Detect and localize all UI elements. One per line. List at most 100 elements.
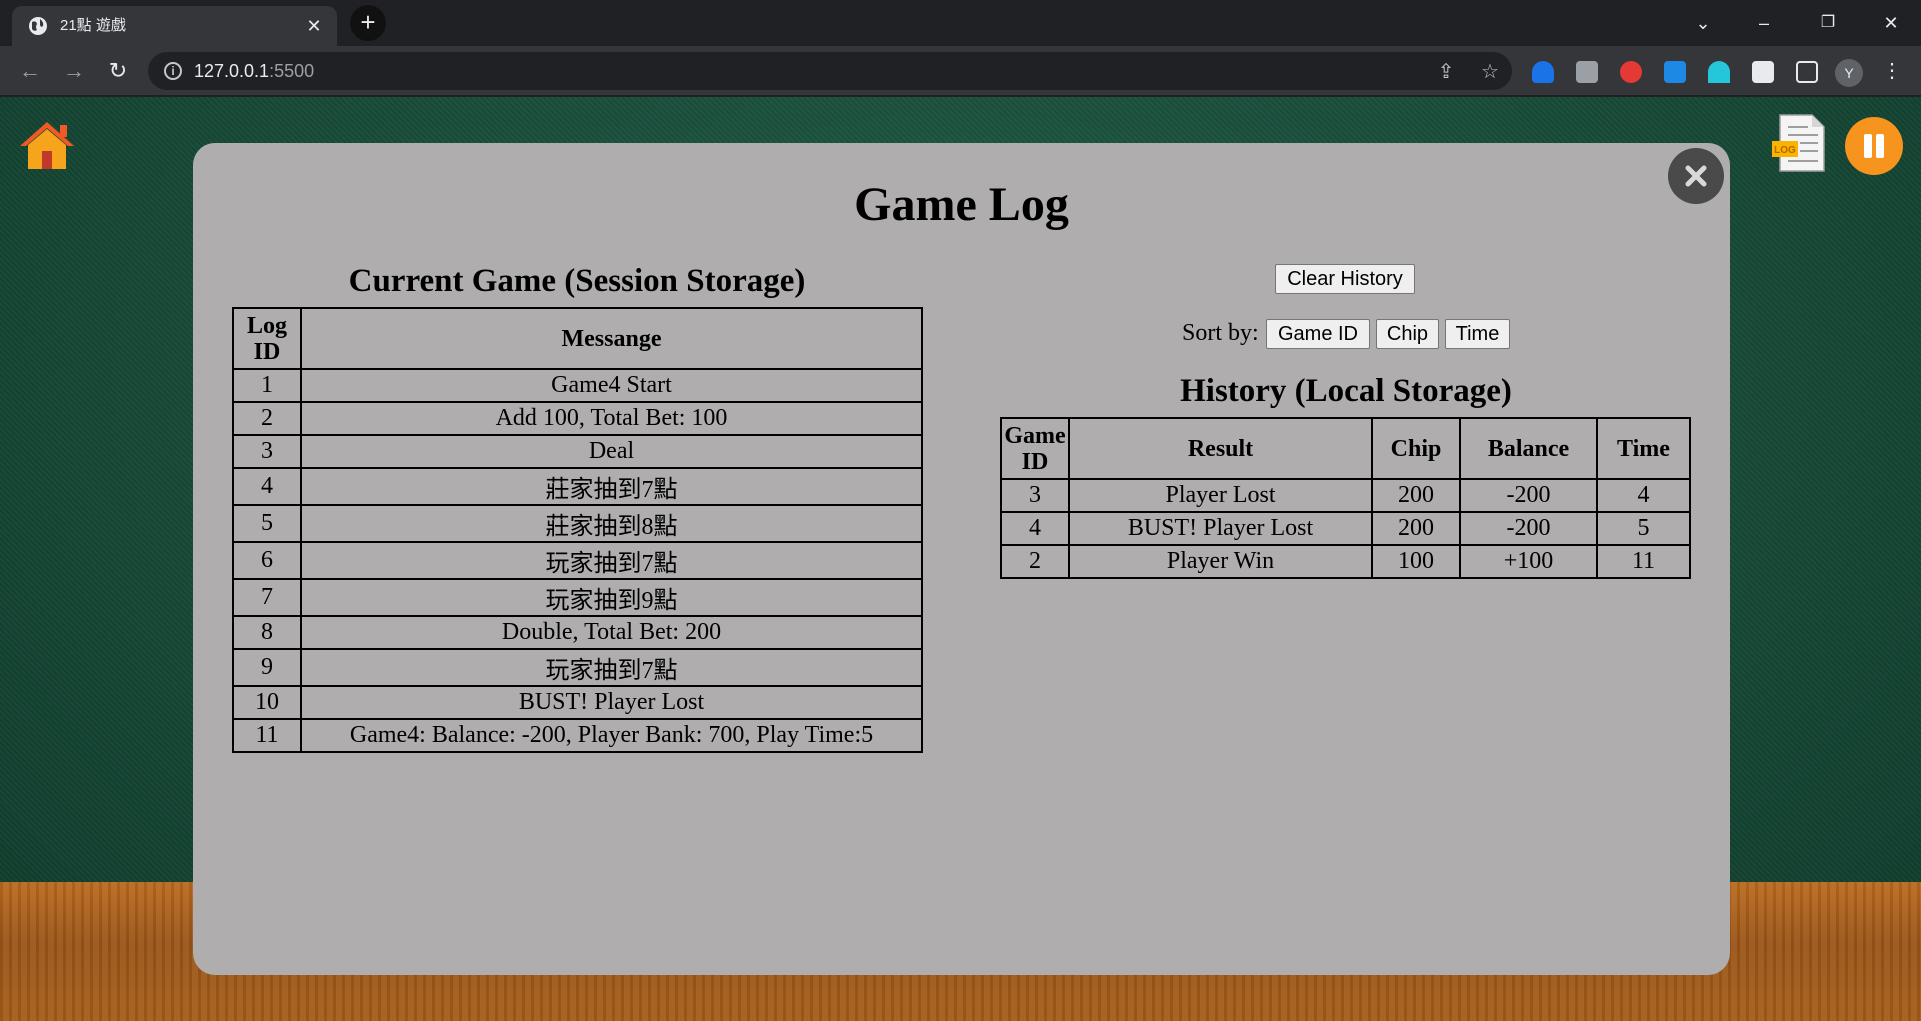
table-row: 4 BUST! Player Lost 200 -200 5 bbox=[1000, 511, 1691, 546]
log-message-cell: 玩家抽到7點 bbox=[300, 648, 923, 687]
game-log-modal: Game Log Current Game (Session Storage) … bbox=[193, 143, 1730, 975]
log-message-cell: 玩家抽到9點 bbox=[300, 578, 923, 617]
log-id-cell: 9 bbox=[232, 648, 302, 687]
log-message-cell: Add 100, Total Bet: 100 bbox=[300, 401, 923, 436]
chip-cell: 200 bbox=[1371, 511, 1461, 546]
extension-chat-icon[interactable] bbox=[1576, 61, 1598, 83]
home-icon[interactable] bbox=[18, 119, 76, 171]
pause-icon bbox=[1864, 134, 1872, 158]
result-cell: Player Lost bbox=[1068, 478, 1373, 513]
chip-cell: 200 bbox=[1371, 478, 1461, 513]
log-message-cell: Game4: Balance: -200, Player Bank: 700, … bbox=[300, 718, 923, 753]
time-cell: 5 bbox=[1596, 511, 1691, 546]
table-row: 11 Game4: Balance: -200, Player Bank: 700… bbox=[232, 718, 923, 753]
table-row: 10 BUST! Player Lost bbox=[232, 685, 923, 720]
log-message-cell: 玩家抽到7點 bbox=[300, 541, 923, 580]
tab-close-icon[interactable]: ✕ bbox=[302, 14, 326, 38]
close-icon bbox=[1685, 165, 1707, 187]
sort-chip-button[interactable]: Chip bbox=[1376, 319, 1439, 349]
log-message-cell: Double, Total Bet: 200 bbox=[300, 615, 923, 650]
table-row: 4 莊家抽到7點 bbox=[232, 467, 923, 506]
profile-avatar[interactable]: Y bbox=[1835, 59, 1863, 87]
tab-title: 21點 遊戲 bbox=[60, 17, 126, 34]
extension-blue-icon[interactable] bbox=[1664, 61, 1686, 83]
sort-game-id-button[interactable]: Game ID bbox=[1266, 319, 1370, 349]
table-row: 5 莊家抽到8點 bbox=[232, 504, 923, 543]
url-text[interactable]: 127.0.0.1:5500 bbox=[194, 61, 314, 81]
log-id-cell: 7 bbox=[232, 578, 302, 617]
table-row: 2 Add 100, Total Bet: 100 bbox=[232, 401, 923, 436]
log-id-cell: 4 bbox=[232, 467, 302, 506]
game-id-cell: 3 bbox=[1000, 478, 1070, 513]
log-id-cell: 1 bbox=[232, 368, 302, 403]
chip-cell: 100 bbox=[1371, 544, 1461, 579]
col-header-game-id: Game ID bbox=[1000, 417, 1070, 480]
log-id-cell: 2 bbox=[232, 401, 302, 436]
new-tab-button[interactable]: + bbox=[350, 5, 386, 41]
extension-gem-icon[interactable] bbox=[1532, 61, 1554, 83]
log-message-cell: BUST! Player Lost bbox=[300, 685, 923, 720]
col-header-log-id: Log ID bbox=[232, 307, 302, 370]
minimize-button[interactable]: – bbox=[1741, 6, 1787, 40]
log-badge-text: LOG bbox=[1774, 145, 1796, 156]
log-icon[interactable]: LOG bbox=[1770, 113, 1828, 173]
table-row: 3 Deal bbox=[232, 434, 923, 469]
side-panel-icon[interactable] bbox=[1796, 61, 1818, 83]
modal-title: Game Log bbox=[854, 178, 1069, 231]
balance-cell: -200 bbox=[1459, 511, 1598, 546]
site-info-icon[interactable]: i bbox=[164, 62, 182, 80]
pause-icon-bar bbox=[1876, 134, 1884, 158]
table-row: 2 Player Win 100 +100 11 bbox=[1000, 544, 1691, 579]
col-header-balance: Balance bbox=[1459, 417, 1598, 480]
table-row: 8 Double, Total Bet: 200 bbox=[232, 615, 923, 650]
close-button[interactable] bbox=[1668, 148, 1724, 204]
log-id-cell: 3 bbox=[232, 434, 302, 469]
table-row: 9 玩家抽到7點 bbox=[232, 648, 923, 687]
bookmark-star-icon[interactable]: ☆ bbox=[1478, 60, 1502, 84]
back-button[interactable]: ← bbox=[14, 55, 46, 87]
log-id-cell: 11 bbox=[232, 718, 302, 753]
history-table: Game ID Result Chip Balance Time 3 Playe… bbox=[1000, 417, 1691, 579]
game-id-cell: 2 bbox=[1000, 544, 1070, 579]
log-id-cell: 8 bbox=[232, 615, 302, 650]
sort-time-button[interactable]: Time bbox=[1445, 319, 1510, 349]
log-id-cell: 5 bbox=[232, 504, 302, 543]
pause-button[interactable] bbox=[1845, 117, 1903, 175]
browser-tab[interactable]: 21點 遊戲 ✕ bbox=[12, 6, 337, 46]
share-icon[interactable]: ⇪ bbox=[1434, 60, 1458, 84]
col-header-chip: Chip bbox=[1371, 417, 1461, 480]
col-header-time: Time bbox=[1596, 417, 1691, 480]
game-id-cell: 4 bbox=[1000, 511, 1070, 546]
tab-search-chevron-icon[interactable]: ⌄ bbox=[1680, 6, 1726, 40]
current-game-header-row: Log ID Messange bbox=[232, 307, 923, 370]
browser-toolbar: ← → ↻ i 127.0.0.1:5500 ⇪ ☆ Y ⋮ bbox=[0, 46, 1921, 96]
log-message-cell: 莊家抽到8點 bbox=[300, 504, 923, 543]
time-cell: 11 bbox=[1596, 544, 1691, 579]
table-row: 7 玩家抽到9點 bbox=[232, 578, 923, 617]
extension-red-icon[interactable] bbox=[1620, 61, 1642, 83]
extension-filter-icon[interactable] bbox=[1708, 61, 1730, 83]
address-bar[interactable]: i 127.0.0.1:5500 ⇪ ☆ bbox=[148, 52, 1512, 90]
game-viewport: LOG Game Log Current Game (Session Stora… bbox=[0, 97, 1921, 1021]
extensions-puzzle-icon[interactable] bbox=[1752, 61, 1774, 83]
result-cell: Player Win bbox=[1068, 544, 1373, 579]
browser-tabstrip: 21點 遊戲 ✕ + ⌄ – ❐ ✕ bbox=[0, 0, 1921, 46]
menu-kebab-icon[interactable]: ⋮ bbox=[1876, 55, 1908, 87]
sort-by-label: Sort by: bbox=[1182, 320, 1259, 346]
history-title: History (Local Storage) bbox=[1180, 373, 1512, 409]
log-message-cell: 莊家抽到7點 bbox=[300, 467, 923, 506]
time-cell: 4 bbox=[1596, 478, 1691, 513]
forward-button[interactable]: → bbox=[58, 55, 90, 87]
globe-icon bbox=[29, 17, 47, 35]
restore-button[interactable]: ❐ bbox=[1805, 6, 1851, 40]
log-id-cell: 10 bbox=[232, 685, 302, 720]
current-game-title: Current Game (Session Storage) bbox=[348, 263, 806, 299]
reload-button[interactable]: ↻ bbox=[102, 55, 134, 87]
col-header-message: Messange bbox=[300, 307, 923, 370]
history-header-row: Game ID Result Chip Balance Time bbox=[1000, 417, 1691, 480]
result-cell: BUST! Player Lost bbox=[1068, 511, 1373, 546]
table-row: 1 Game4 Start bbox=[232, 368, 923, 403]
clear-history-button[interactable]: Clear History bbox=[1275, 264, 1415, 294]
balance-cell: -200 bbox=[1459, 478, 1598, 513]
window-close-button[interactable]: ✕ bbox=[1868, 6, 1914, 40]
